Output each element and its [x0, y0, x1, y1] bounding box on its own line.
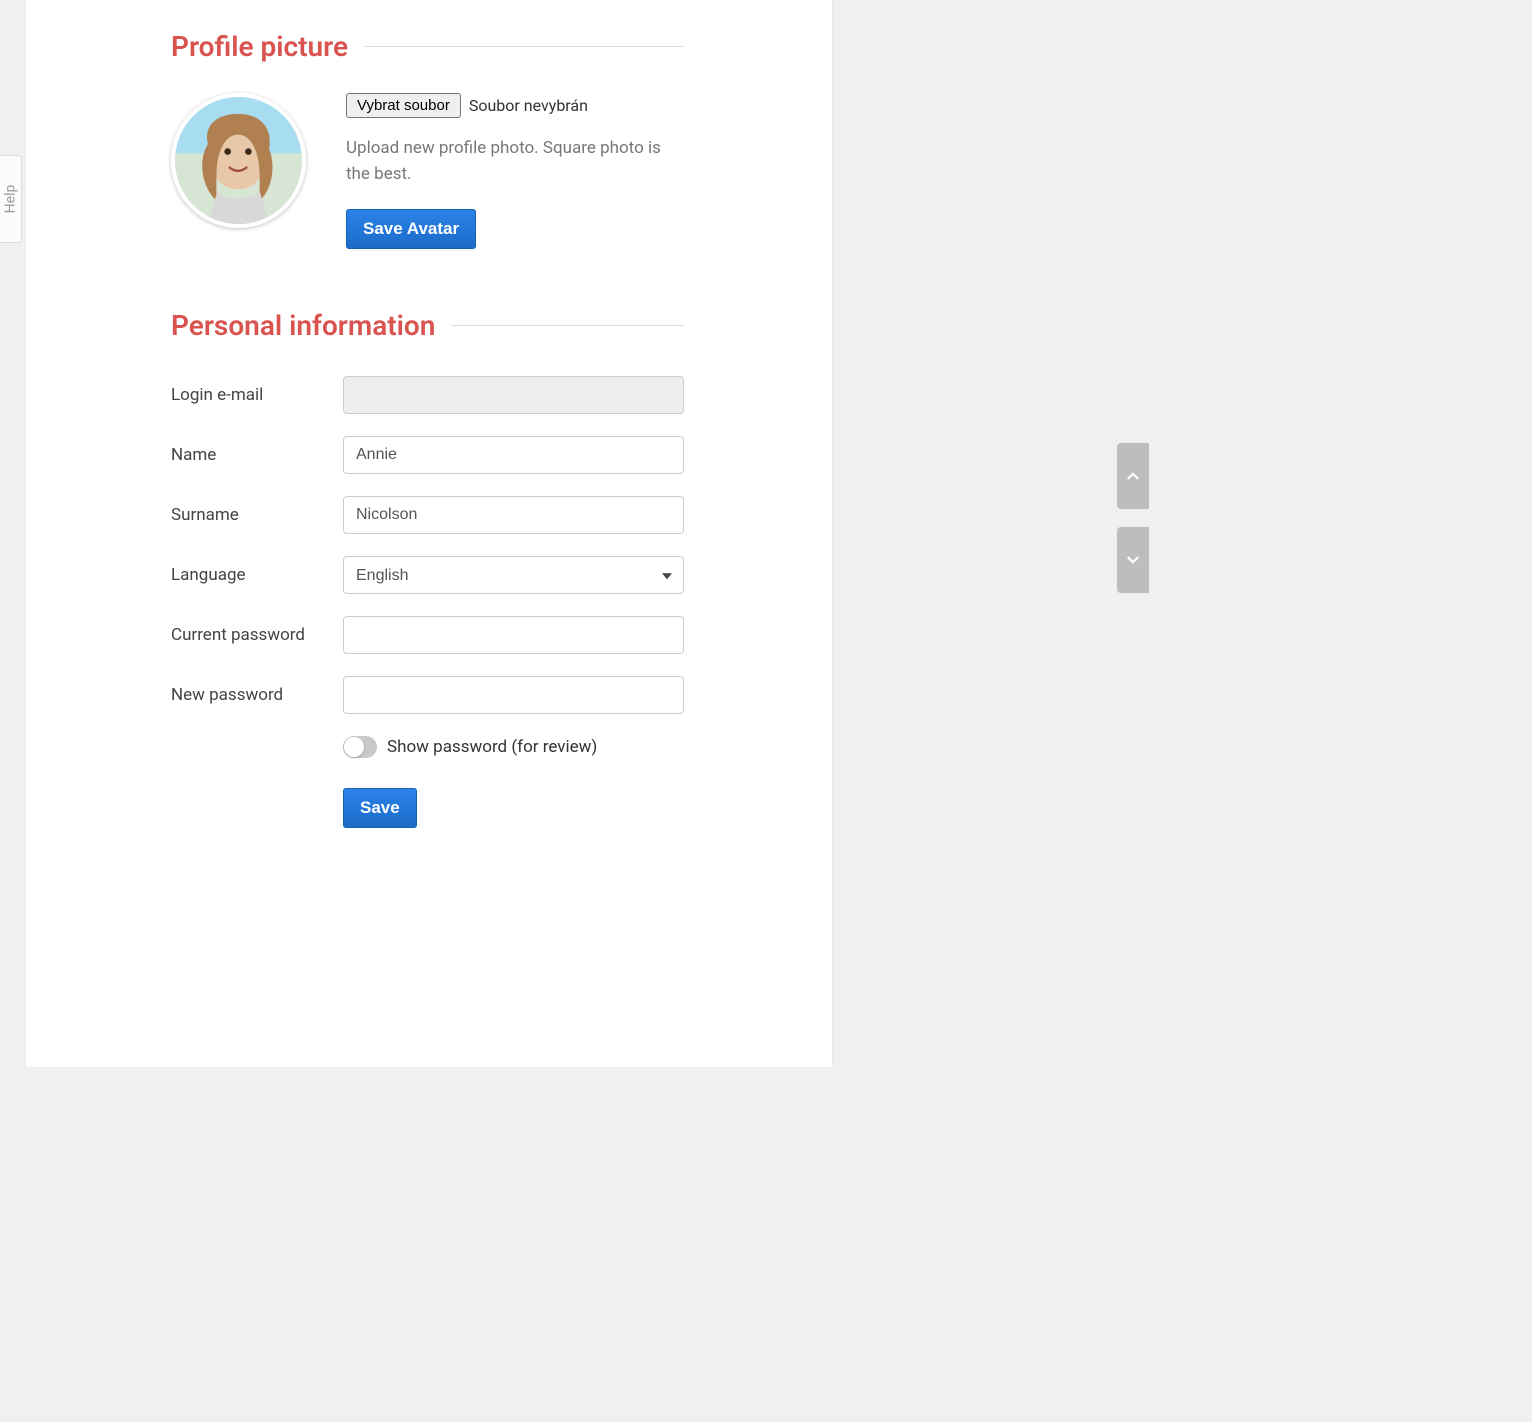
profile-picture-title: Profile picture [171, 30, 348, 63]
save-avatar-button[interactable]: Save Avatar [346, 209, 476, 249]
save-button[interactable]: Save [343, 788, 417, 828]
show-password-toggle[interactable] [343, 736, 377, 758]
scroll-down-button[interactable] [1117, 527, 1149, 593]
profile-picture-section-header: Profile picture [171, 30, 684, 63]
help-tab[interactable]: Help [0, 155, 22, 243]
surname-field[interactable] [343, 496, 684, 534]
login-email-field [343, 376, 684, 414]
surname-label: Surname [171, 505, 343, 525]
current-password-label: Current password [171, 625, 343, 645]
personal-info-title: Personal information [171, 309, 435, 342]
new-password-label: New password [171, 685, 343, 705]
name-field[interactable] [343, 436, 684, 474]
scroll-up-button[interactable] [1117, 443, 1149, 509]
personal-info-section-header: Personal information [171, 309, 684, 342]
language-label: Language [171, 565, 343, 585]
current-password-field[interactable] [343, 616, 684, 654]
upload-hint: Upload new profile photo. Square photo i… [346, 136, 684, 187]
name-label: Name [171, 445, 343, 465]
login-email-label: Login e-mail [171, 385, 343, 405]
file-status: Soubor nevybrán [469, 96, 588, 115]
language-select[interactable]: English [343, 556, 684, 594]
choose-file-button[interactable]: Vybrat soubor [346, 93, 461, 118]
show-password-label: Show password (for review) [387, 737, 597, 757]
new-password-field[interactable] [343, 676, 684, 714]
avatar [171, 93, 306, 228]
chevron-up-icon [1124, 467, 1142, 485]
chevron-down-icon [1124, 551, 1142, 569]
